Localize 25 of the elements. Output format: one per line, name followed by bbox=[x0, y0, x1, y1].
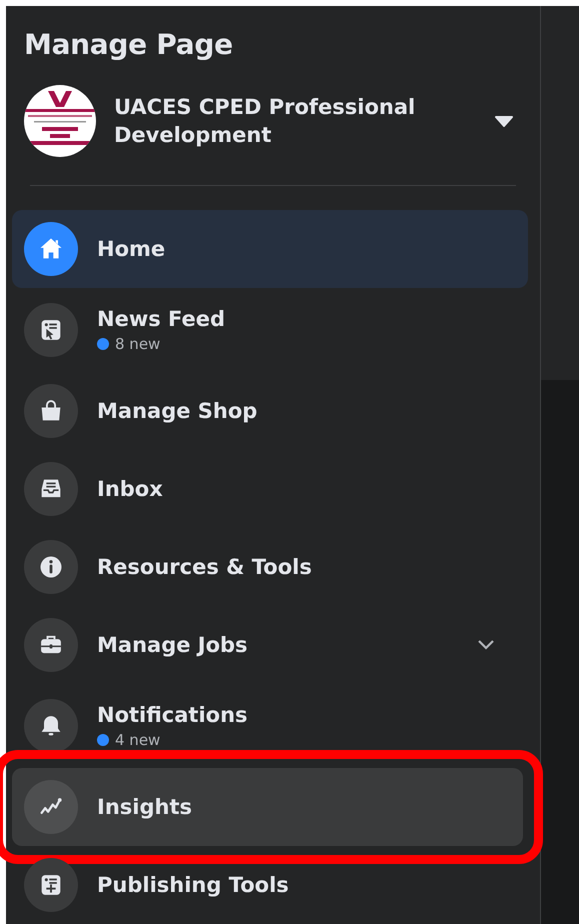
nav-item[interactable]: Manage Jobs bbox=[12, 606, 528, 684]
nav-label: Inbox bbox=[97, 477, 164, 501]
nav-label: Resources & Tools bbox=[97, 555, 313, 579]
nav-item[interactable]: Publishing Tools bbox=[12, 846, 528, 924]
page-name[interactable]: UACES CPED Professional Development bbox=[114, 93, 476, 149]
nav-item[interactable]: Notifications 4 new bbox=[12, 684, 528, 768]
chevron-down-icon[interactable] bbox=[476, 639, 496, 651]
nav-item[interactable]: Inbox bbox=[12, 450, 528, 528]
nav-label: News Feed bbox=[97, 307, 226, 331]
nav-item[interactable]: News Feed 8 new bbox=[12, 288, 528, 372]
new-count: 4 new bbox=[115, 731, 160, 749]
nav-label: Insights bbox=[97, 795, 193, 819]
nav-item[interactable]: Insights bbox=[12, 768, 523, 846]
nav-label: Manage Jobs bbox=[97, 633, 249, 657]
nav-item[interactable]: Home bbox=[12, 210, 528, 288]
nav-label: Publishing Tools bbox=[97, 873, 290, 897]
home-icon bbox=[24, 222, 78, 276]
nav-label: Notifications bbox=[97, 703, 249, 727]
panel-title: Manage Page bbox=[24, 28, 234, 61]
nav-item[interactable]: Manage Shop bbox=[12, 372, 528, 450]
nav-label: Manage Shop bbox=[97, 399, 258, 423]
nav-item[interactable]: Resources & Tools bbox=[12, 528, 528, 606]
dropdown-caret-icon[interactable] bbox=[494, 115, 514, 127]
nav-label: Home bbox=[97, 237, 166, 261]
new-count: 8 new bbox=[115, 335, 160, 353]
